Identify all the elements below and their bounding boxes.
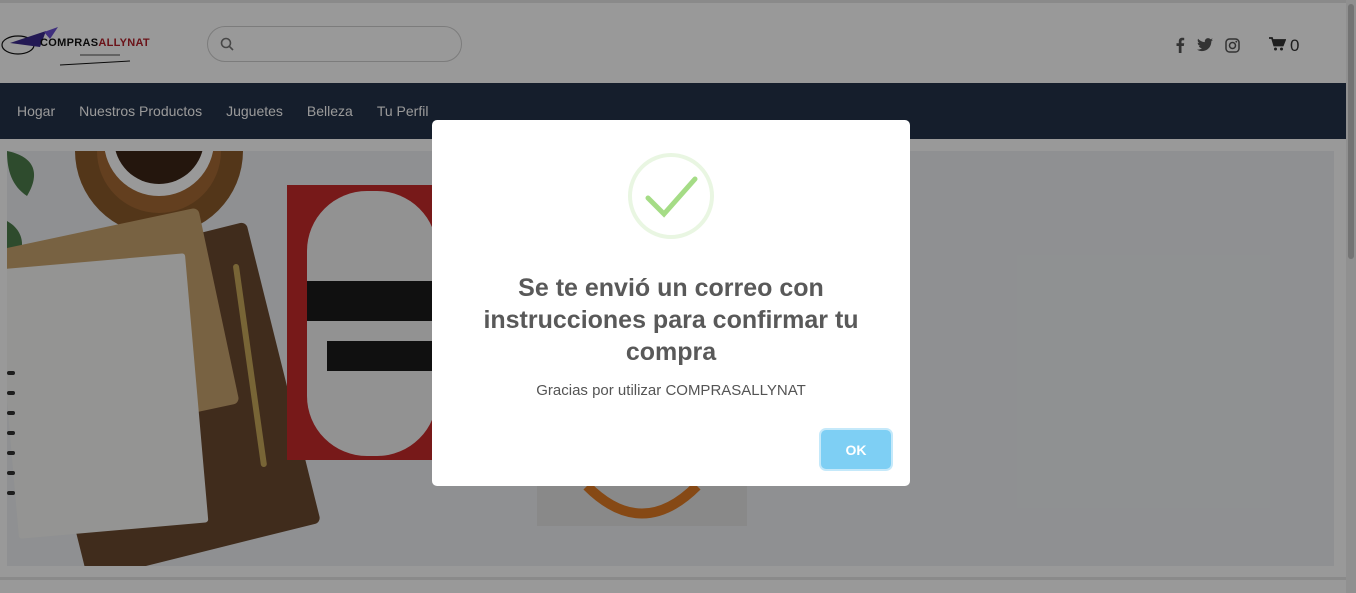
success-check-icon: [627, 152, 715, 240]
dialog-title: Se te envió un correo con instrucciones …: [483, 274, 859, 366]
ok-button[interactable]: OK: [821, 430, 891, 469]
confirmation-dialog: Se te envió un correo con instrucciones …: [432, 120, 910, 486]
dialog-message: Gracias por utilizar COMPRASALLYNAT: [536, 382, 806, 399]
